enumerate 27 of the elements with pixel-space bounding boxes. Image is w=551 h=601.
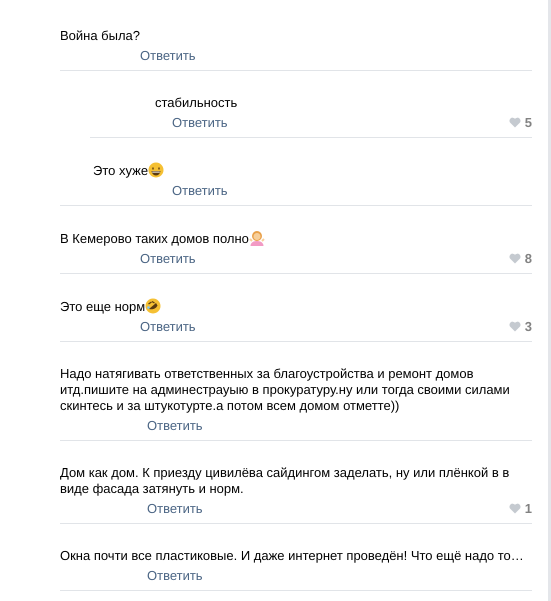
like-count: 5 xyxy=(524,114,532,130)
comment-text: Дом как дом. К приезду цивилёва сайдингом заделать, ну или плёнкой в в виде фасада затянуть и норм. xyxy=(60,465,510,497)
reply-link[interactable]: Ответить xyxy=(172,114,228,130)
like-count: 1 xyxy=(524,500,532,516)
heart-icon[interactable] xyxy=(508,116,521,128)
like-count: 3 xyxy=(524,318,532,334)
comment-text: Это хуже xyxy=(93,162,532,179)
comment-text: стабильность xyxy=(155,95,238,111)
reply-link[interactable]: Ответить xyxy=(140,318,196,334)
reply-link[interactable]: Ответить xyxy=(140,250,196,266)
reply-link[interactable]: Ответить xyxy=(140,48,196,62)
person-icon xyxy=(248,230,265,246)
heart-icon[interactable] xyxy=(508,502,521,514)
heart-icon[interactable] xyxy=(508,320,521,332)
comment-text: В Кемерово таких домов полно xyxy=(60,230,532,247)
laughing-face-icon xyxy=(145,298,162,314)
heart-icon[interactable] xyxy=(508,252,521,264)
reply-link[interactable]: Ответить xyxy=(147,418,203,432)
comment-text: Окна почти все пластиковые. И даже интернет проведён! Что ещё надо то… xyxy=(60,548,525,564)
comment-text: Это еще норм xyxy=(60,298,532,315)
reply-link[interactable]: Ответить xyxy=(147,568,203,582)
reply-link[interactable]: Ответить xyxy=(147,500,203,516)
comment-text: Надо натягивать ответственных за благоустройства и ремонт домов итд.пишите на админестрауыю в прокуратуру.ну или тогда своими силами скинтесь и за штукотурте.а потом всем домом отметте)) xyxy=(60,366,511,414)
comment-text: Война была? xyxy=(60,28,142,44)
grinning-face-icon xyxy=(148,162,164,178)
reply-link[interactable]: Ответить xyxy=(172,182,228,198)
like-count: 8 xyxy=(524,250,532,266)
